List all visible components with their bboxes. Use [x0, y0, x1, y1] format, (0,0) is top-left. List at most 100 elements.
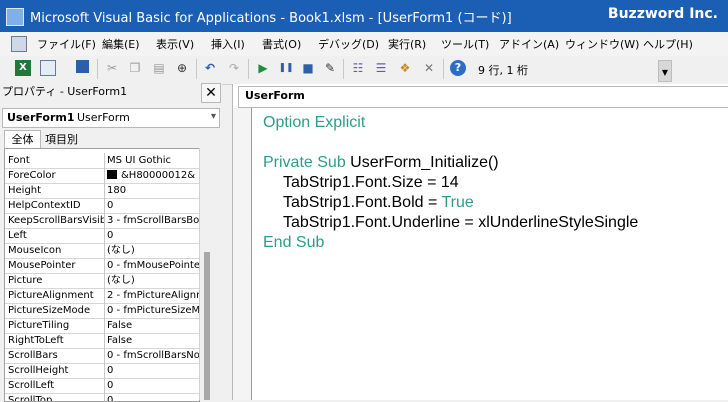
code-line[interactable]: TabStrip1.Font.Bold = True: [283, 194, 474, 212]
find-icon[interactable]: ⊕: [174, 60, 190, 76]
property-value[interactable]: (なし): [107, 273, 199, 288]
property-value[interactable]: 2 - fmPictureAlignmentCenter: [107, 288, 199, 303]
toolbar-separator: [196, 59, 197, 79]
menu-view[interactable]: 表示(V): [156, 36, 194, 52]
tab-categorized[interactable]: 項目別: [45, 131, 78, 147]
reset-icon[interactable]: ■: [300, 60, 316, 76]
property-row[interactable]: MousePointer0 - fmMousePointerDefault: [5, 258, 199, 274]
property-row[interactable]: KeepScrollBarsVisible3 - fmScrollBarsBot…: [5, 213, 199, 229]
code-line[interactable]: Private Sub UserForm_Initialize(): [263, 154, 499, 172]
property-value[interactable]: 3 - fmScrollBarsBoth: [107, 213, 199, 228]
tab-alphabetic[interactable]: 全体: [4, 130, 41, 148]
property-row[interactable]: Height 180: [5, 183, 199, 199]
property-value[interactable]: 0: [107, 378, 199, 393]
vba-app-icon[interactable]: [6, 8, 24, 26]
property-value[interactable]: 180: [107, 183, 199, 198]
property-row[interactable]: Left 0: [5, 228, 199, 244]
property-row[interactable]: MouseIcon (なし): [5, 243, 199, 259]
property-row[interactable]: PictureTiling False: [5, 318, 199, 334]
menu-file[interactable]: ファイル(F): [37, 36, 96, 52]
property-row[interactable]: ScrollHeight 0: [5, 363, 199, 379]
property-row[interactable]: Picture (なし): [5, 273, 199, 289]
property-grid: Font MS UI Gothic ForeColor &H80000012& He…: [4, 148, 200, 402]
property-value[interactable]: False: [107, 333, 199, 348]
property-row[interactable]: PictureSizeMode0 - fmPictureSizeModeClip: [5, 303, 199, 319]
excel-view-icon[interactable]: X: [15, 60, 31, 76]
save-icon[interactable]: [76, 60, 89, 73]
keyword: End Sub: [263, 234, 325, 251]
property-name: PictureTiling: [5, 318, 105, 333]
property-value[interactable]: 0: [107, 198, 199, 213]
menu-help[interactable]: ヘルプ(H): [643, 36, 693, 52]
property-row[interactable]: ScrollBars0 - fmScrollBarsNone: [5, 348, 199, 364]
menu-insert[interactable]: 挿入(I): [211, 36, 245, 52]
run-icon[interactable]: ▶: [255, 60, 271, 76]
property-row[interactable]: ForeColor &H80000012&: [5, 168, 199, 184]
object-selector[interactable]: UserForm1 UserForm ▾: [2, 108, 220, 128]
menu-format[interactable]: 書式(O): [262, 36, 301, 52]
object-browser-icon[interactable]: ❖: [397, 60, 413, 76]
property-value[interactable]: 0 - fmScrollBarsNone: [107, 348, 199, 363]
code-line[interactable]: Option Explicit: [263, 114, 365, 132]
property-row[interactable]: Font MS UI Gothic: [5, 153, 199, 169]
code-text: TabStrip1.Font.Bold =: [283, 194, 442, 211]
toolbar-separator: [443, 59, 444, 79]
menu-debug[interactable]: デバッグ(D): [318, 36, 379, 52]
code-line[interactable]: End Sub: [263, 234, 324, 252]
toolbar-options-chevron-icon[interactable]: ▼: [658, 60, 672, 82]
object-type: UserForm: [77, 111, 130, 124]
menu-edit[interactable]: 編集(E): [102, 36, 140, 52]
help-icon[interactable]: ?: [450, 60, 466, 76]
property-value[interactable]: 0: [107, 228, 199, 243]
property-name: Font: [5, 153, 105, 168]
property-row[interactable]: HelpContextID 0: [5, 198, 199, 214]
menu-addins[interactable]: アドイン(A): [499, 36, 559, 52]
property-name: Picture: [5, 273, 105, 288]
copy-icon[interactable]: ❐: [127, 60, 143, 76]
undo-icon[interactable]: ↶: [202, 60, 218, 76]
property-value[interactable]: (なし): [107, 243, 199, 258]
property-value[interactable]: &H80000012&: [107, 168, 199, 183]
code-object-selector[interactable]: UserForm: [238, 86, 728, 108]
brand-label: Buzzword Inc.: [607, 6, 718, 22]
window-menu-icon[interactable]: [11, 36, 27, 52]
project-explorer-icon[interactable]: ☷: [350, 60, 366, 76]
code-margin: [233, 108, 252, 400]
menu-tools[interactable]: ツール(T): [441, 36, 489, 52]
code-line[interactable]: TabStrip1.Font.Size = 14: [283, 174, 459, 192]
redo-icon[interactable]: ↷: [226, 60, 242, 76]
code-text: UserForm_Initialize(): [345, 154, 499, 171]
insert-userform-icon[interactable]: [40, 60, 56, 76]
property-name: PictureAlignment: [5, 288, 105, 303]
property-row[interactable]: ScrollTop 0: [5, 393, 199, 401]
toolbar-separator: [97, 59, 98, 79]
property-name: Height: [5, 183, 105, 198]
property-name: ScrollLeft: [5, 378, 105, 393]
property-row[interactable]: RightToLeft False: [5, 333, 199, 349]
property-row[interactable]: PictureAlignment2 - fmPictureAlignmentCe…: [5, 288, 199, 304]
property-value[interactable]: 0 - fmPictureSizeModeClip: [107, 303, 199, 318]
toolbar-separator: [343, 59, 344, 79]
properties-window-icon[interactable]: ☰: [373, 60, 389, 76]
close-icon[interactable]: ✕: [201, 83, 221, 103]
toolbox-icon[interactable]: ✕: [421, 60, 437, 76]
property-value[interactable]: 0: [107, 363, 199, 378]
paste-icon[interactable]: ▤: [151, 60, 167, 76]
property-name: KeepScrollBarsVisible: [5, 213, 105, 228]
design-mode-icon[interactable]: ✎: [322, 60, 338, 76]
menu-run[interactable]: 実行(R): [388, 36, 426, 52]
title-bar: Microsoft Visual Basic for Applications …: [0, 0, 728, 32]
property-value[interactable]: False: [107, 318, 199, 333]
property-value[interactable]: MS UI Gothic: [107, 153, 199, 168]
break-icon[interactable]: ❚❚: [278, 60, 294, 76]
code-line[interactable]: TabStrip1.Font.Underline = xlUnderlineSt…: [283, 214, 638, 232]
menu-window[interactable]: ウィンドウ(W): [565, 36, 639, 52]
chevron-down-icon[interactable]: ▾: [211, 111, 216, 122]
cut-icon[interactable]: ✂: [104, 60, 120, 76]
scrollbar-thumb[interactable]: [204, 252, 210, 400]
property-name: MousePointer: [5, 258, 105, 273]
property-row[interactable]: ScrollLeft 0: [5, 378, 199, 394]
property-value[interactable]: 0: [107, 393, 199, 401]
property-value[interactable]: 0 - fmMousePointerDefault: [107, 258, 199, 273]
toolbar-separator: [248, 59, 249, 79]
